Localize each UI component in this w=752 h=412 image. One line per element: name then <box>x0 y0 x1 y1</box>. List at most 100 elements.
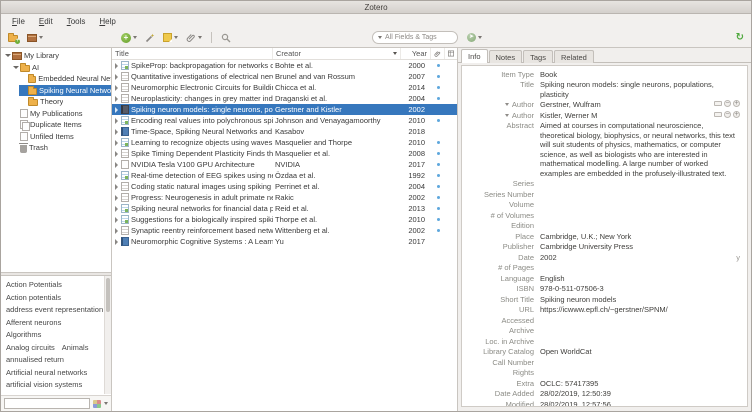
field-value[interactable]: Spiking neuron models <box>540 295 740 305</box>
field-label[interactable]: Date Added <box>466 389 540 399</box>
tag-filter-input[interactable] <box>4 398 90 409</box>
field-value[interactable]: Kistler, Werner M <box>540 111 714 121</box>
field-label[interactable]: Archive <box>466 326 540 336</box>
item-row[interactable]: Time-Space, Spiking Neural Networks and … <box>112 126 457 137</box>
twisty-collapsed-icon[interactable] <box>114 206 119 212</box>
field-label[interactable]: Abstract <box>466 121 540 131</box>
field-label[interactable]: Publisher <box>466 242 540 252</box>
tag-item[interactable]: address event representation <box>6 304 103 317</box>
field-label[interactable]: Series <box>466 179 540 189</box>
creator-type-menu-icon[interactable] <box>505 114 509 117</box>
tag-scrollbar[interactable] <box>104 276 111 394</box>
tag-options-icon[interactable] <box>93 400 101 408</box>
field-value[interactable]: 28/02/2019, 12:50:39 <box>540 389 740 399</box>
field-value[interactable]: Aimed at courses in computational neuros… <box>540 121 740 178</box>
item-row[interactable]: Suggestions for a biologically inspired … <box>112 214 457 225</box>
collection-item-spiking-neural-networks[interactable]: Spiking Neural Networks <box>1 85 111 97</box>
tag-scrollbar-thumb[interactable] <box>106 278 110 312</box>
field-label[interactable]: Modified <box>466 400 540 408</box>
field-value[interactable]: 978-0-511-07506-3 <box>540 284 740 294</box>
field-value[interactable]: Spiking neuron models: single neurons, p… <box>540 80 740 99</box>
tab-notes[interactable]: Notes <box>489 50 523 63</box>
field-label[interactable]: Series Number <box>466 190 540 200</box>
twisty-collapsed-icon[interactable] <box>114 107 119 113</box>
title-bar[interactable]: Zotero <box>1 1 751 14</box>
item-row[interactable]: Spiking neuron models: single neurons, p… <box>112 104 457 115</box>
item-row[interactable]: Neuroplasticity: changes in grey matter … <box>112 93 457 104</box>
twisty-collapsed-icon[interactable] <box>114 96 119 102</box>
twisty-collapsed-icon[interactable] <box>114 63 119 69</box>
twisty-collapsed-icon[interactable] <box>114 195 119 201</box>
column-header-attachments[interactable] <box>431 48 445 59</box>
field-label[interactable]: URL <box>466 305 540 315</box>
tag-item[interactable]: Analog circuits <box>6 342 55 355</box>
twisty-collapsed-icon[interactable] <box>114 85 119 91</box>
field-label[interactable]: Library Catalog <box>466 347 540 357</box>
item-row[interactable]: Progress: Neurogenesis in adult primate … <box>112 192 457 203</box>
column-header-creator[interactable]: Creator <box>273 48 401 59</box>
tag-item[interactable]: Action potentials <box>6 292 61 305</box>
collection-item-my-library[interactable]: My Library <box>1 50 111 62</box>
chevron-down-icon[interactable] <box>104 402 108 405</box>
field-label[interactable]: Language <box>466 274 540 284</box>
field-value[interactable]: Cambridge, U.K.; New York <box>540 232 740 242</box>
sync-button[interactable]: ↻ <box>736 33 744 43</box>
switch-field-mode-button[interactable] <box>714 112 722 117</box>
twisty-collapsed-icon[interactable] <box>114 239 119 245</box>
tab-related[interactable]: Related <box>554 50 594 63</box>
twisty-expanded-icon[interactable] <box>5 54 10 57</box>
field-value[interactable]: English <box>540 274 740 284</box>
collection-item-trash[interactable]: Trash <box>1 142 111 154</box>
field-value[interactable]: Gerstner, Wulfram <box>540 100 714 110</box>
field-label[interactable]: Place <box>466 232 540 242</box>
advanced-search-button[interactable] <box>221 33 231 43</box>
new-library-button[interactable] <box>27 33 43 42</box>
tag-item[interactable]: Animals <box>62 342 89 355</box>
field-value[interactable]: OCLC: 57417395 <box>540 379 740 389</box>
field-value[interactable]: 2002 <box>540 253 736 263</box>
twisty-collapsed-icon[interactable] <box>114 228 119 234</box>
item-row[interactable]: Encoding real values into polychronous s… <box>112 115 457 126</box>
menu-help[interactable]: Help <box>92 16 122 27</box>
menu-file[interactable]: File <box>5 16 32 27</box>
collection-item-duplicate-items[interactable]: Duplicate Items <box>1 119 111 131</box>
tag-item[interactable]: Action Potentials <box>6 279 62 292</box>
twisty-collapsed-icon[interactable] <box>114 162 119 168</box>
tag-item[interactable]: Algorithms <box>6 329 41 342</box>
field-label[interactable]: Item Type <box>466 70 540 80</box>
field-label[interactable]: Rights <box>466 368 540 378</box>
add-creator-button[interactable]: + <box>733 100 740 107</box>
add-attachment-button[interactable] <box>186 33 202 43</box>
field-label[interactable]: Edition <box>466 221 540 231</box>
column-header-year[interactable]: Year <box>401 48 431 59</box>
remove-creator-button[interactable]: − <box>724 111 731 118</box>
field-label[interactable]: Title <box>466 80 540 90</box>
tag-item[interactable]: artificial vision systems <box>6 379 82 392</box>
item-row[interactable]: NVIDIA Tesla V100 GPU ArchitectureNVIDIA… <box>112 159 457 170</box>
item-row[interactable]: Quantitative investigations of electrica… <box>112 71 457 82</box>
locate-button[interactable]: ➤ <box>467 33 482 42</box>
item-row[interactable]: Learning to recognize objects using wave… <box>112 137 457 148</box>
new-item-button[interactable]: + <box>121 33 137 43</box>
field-label[interactable]: # of Pages <box>466 263 540 273</box>
creator-type-menu-icon[interactable] <box>505 103 509 106</box>
collection-item-embedded-neural-networks[interactable]: Embedded Neural Networks <box>1 73 111 85</box>
twisty-collapsed-icon[interactable] <box>114 173 119 179</box>
field-label[interactable]: ISBN <box>466 284 540 294</box>
item-row[interactable]: Coding static natural images using spiki… <box>112 181 457 192</box>
menu-tools[interactable]: Tools <box>60 16 93 27</box>
menu-edit[interactable]: Edit <box>32 16 60 27</box>
field-label[interactable]: Loc. in Archive <box>466 337 540 347</box>
field-label[interactable]: Call Number <box>466 358 540 368</box>
field-label[interactable]: Extra <box>466 379 540 389</box>
twisty-collapsed-icon[interactable] <box>114 184 119 190</box>
column-picker-button[interactable] <box>445 48 457 59</box>
column-header-title[interactable]: Title <box>112 48 273 59</box>
add-creator-button[interactable]: + <box>733 111 740 118</box>
collection-item-theory[interactable]: Theory <box>1 96 111 108</box>
twisty-collapsed-icon[interactable] <box>114 74 119 80</box>
new-collection-button[interactable]: + <box>8 33 18 42</box>
collection-item-unfiled-items[interactable]: Unfiled Items <box>1 131 111 143</box>
twisty-expanded-icon[interactable] <box>13 66 18 69</box>
item-row[interactable]: Spiking neural networks for financial da… <box>112 203 457 214</box>
